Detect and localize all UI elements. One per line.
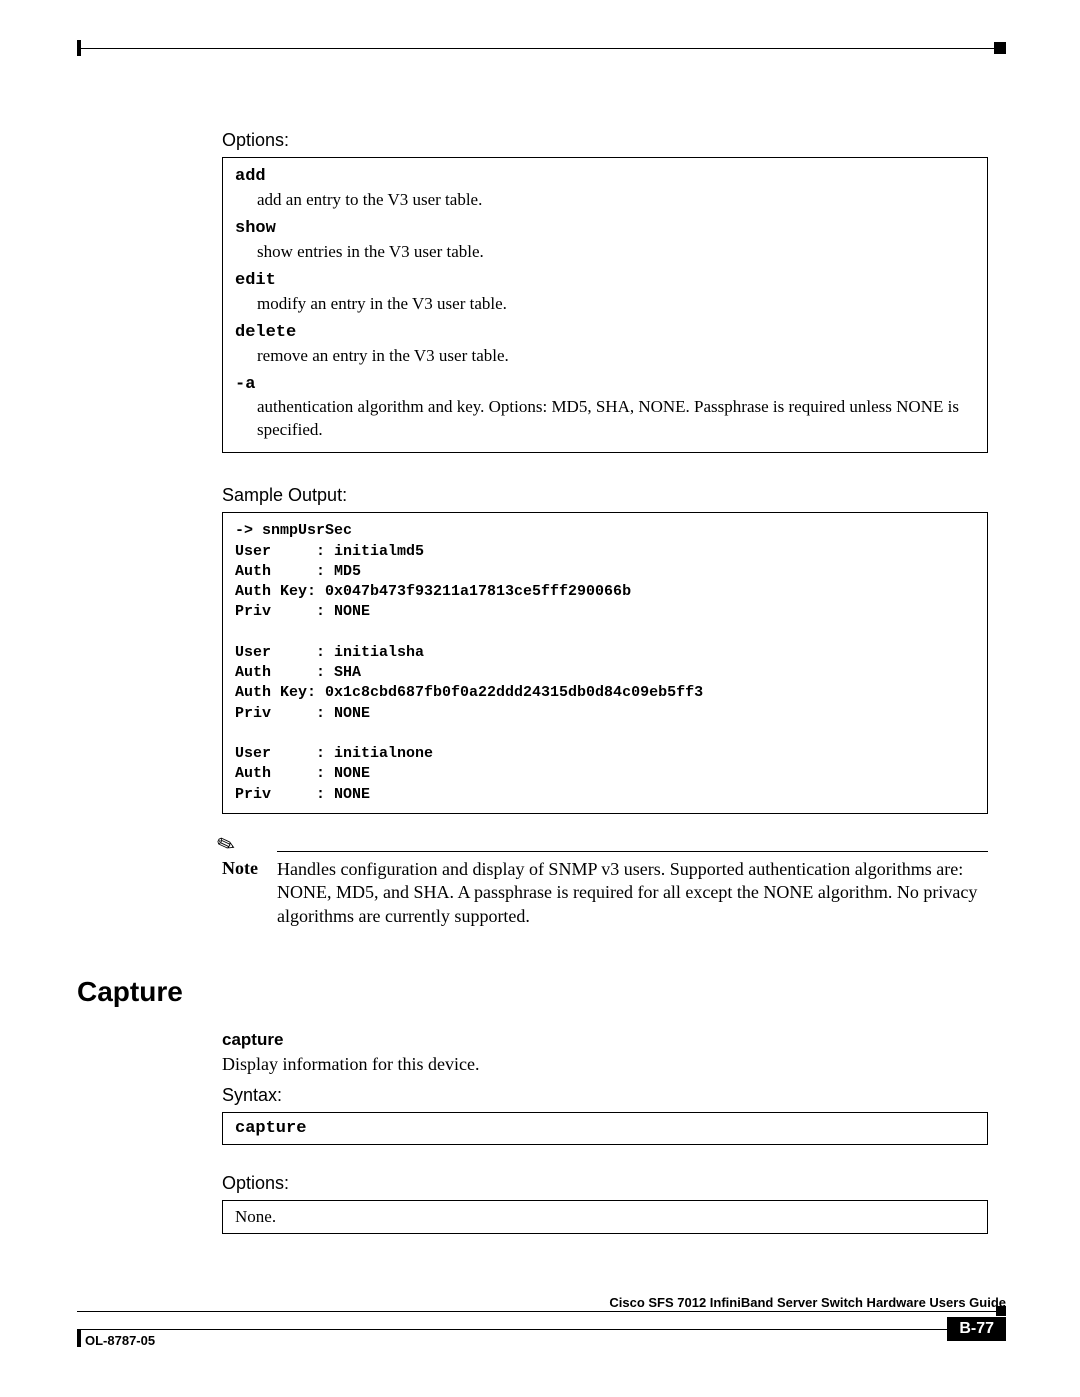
header-rule bbox=[77, 48, 1005, 49]
command-description: Display information for this device. bbox=[222, 1054, 988, 1075]
footer-book-title: Cisco SFS 7012 InfiniBand Server Switch … bbox=[601, 1295, 1006, 1310]
option-term: delete bbox=[235, 322, 975, 345]
page-footer: Cisco SFS 7012 InfiniBand Server Switch … bbox=[77, 1307, 1006, 1357]
body-column: capture Display information for this dev… bbox=[222, 1030, 988, 1234]
option-desc: show entries in the V3 user table. bbox=[257, 241, 975, 264]
footer-rule-bottom bbox=[77, 1329, 950, 1330]
header-tick-left bbox=[77, 40, 81, 56]
option-desc: modify an entry in the V3 user table. bbox=[257, 293, 975, 316]
options-label: Options: bbox=[222, 130, 988, 151]
body-column: Options: add add an entry to the V3 user… bbox=[222, 130, 988, 928]
header-square-right bbox=[994, 42, 1006, 54]
sample-output-label: Sample Output: bbox=[222, 485, 988, 506]
options-box: add add an entry to the V3 user table. s… bbox=[222, 157, 988, 453]
page-number-badge: B-77 bbox=[947, 1317, 1006, 1341]
footer-doc-id: OL-8787-05 bbox=[85, 1333, 155, 1348]
options-box-none: None. bbox=[222, 1200, 988, 1234]
sample-output-box: -> snmpUsrSec User : initialmd5 Auth : M… bbox=[222, 512, 988, 814]
option-term: -a bbox=[235, 374, 975, 397]
section-heading-capture: Capture bbox=[77, 976, 1006, 1008]
option-desc: authentication algorithm and key. Option… bbox=[257, 396, 975, 442]
option-term: show bbox=[235, 218, 975, 241]
option-desc: remove an entry in the V3 user table. bbox=[257, 345, 975, 368]
footer-rule-top bbox=[77, 1311, 1006, 1312]
note-block: ✎ Note Handles configuration and display… bbox=[222, 854, 988, 928]
note-rule bbox=[277, 851, 988, 853]
command-heading: capture bbox=[222, 1030, 988, 1050]
footer-left-bar-icon bbox=[77, 1329, 81, 1347]
note-text: Handles configuration and display of SNM… bbox=[277, 858, 988, 928]
option-term: add bbox=[235, 166, 975, 189]
option-term: edit bbox=[235, 270, 975, 293]
syntax-box: capture bbox=[222, 1112, 988, 1145]
page-content: Options: add add an entry to the V3 user… bbox=[77, 120, 1006, 1234]
syntax-label: Syntax: bbox=[222, 1085, 988, 1106]
option-desc: add an entry to the V3 user table. bbox=[257, 189, 975, 212]
options-label: Options: bbox=[222, 1173, 988, 1194]
note-label: Note bbox=[222, 858, 277, 928]
